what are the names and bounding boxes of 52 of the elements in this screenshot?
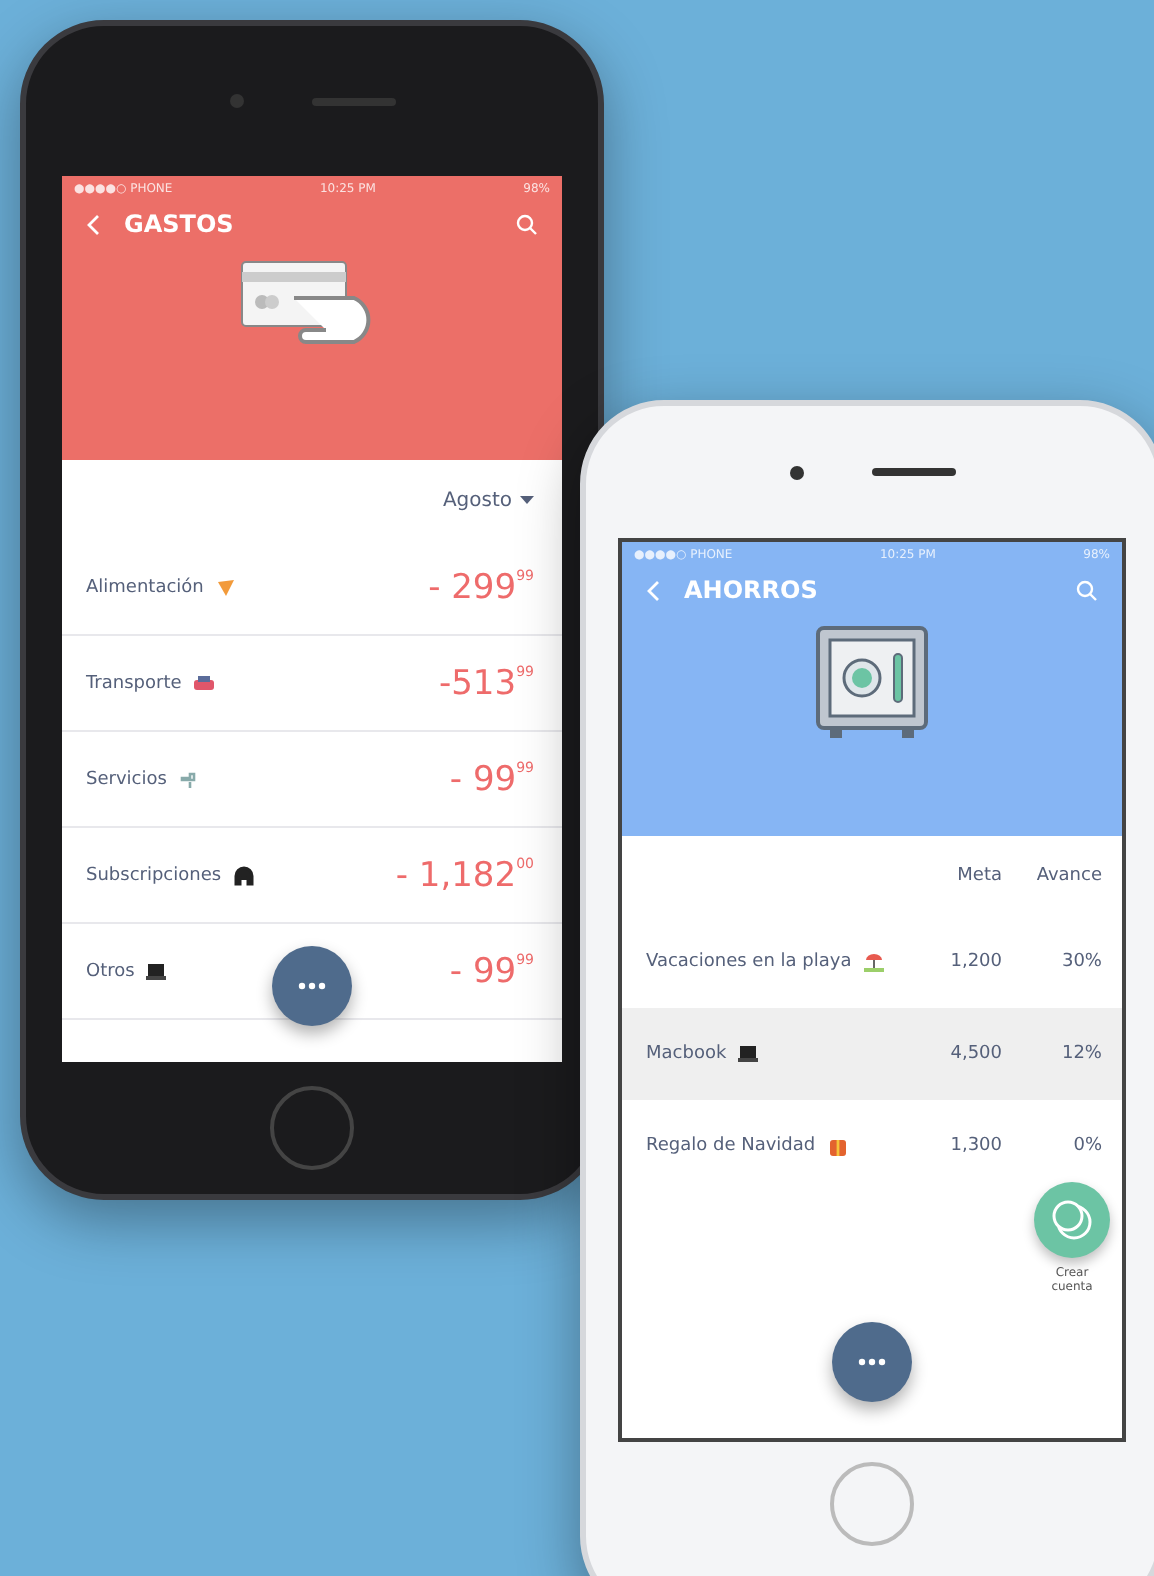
camera-dot: [789, 465, 803, 479]
more-button[interactable]: [272, 946, 352, 1026]
month-selector[interactable]: Agosto: [442, 489, 512, 511]
goal-name: Macbook: [646, 1044, 727, 1064]
category-label: Otros: [86, 961, 135, 981]
create-account-button[interactable]: [1034, 1182, 1110, 1258]
column-header: Meta: [955, 866, 1002, 886]
category-label: Transporte: [86, 673, 182, 693]
expense-amount: - 99$^{99}$: [449, 759, 534, 799]
goal-progress: 0%: [1071, 1136, 1102, 1156]
screen-title: AHORROS: [684, 576, 820, 604]
expense-amount: - 1,182$^{00}$: [395, 855, 534, 895]
goal-name: Vacaciones en la playa: [646, 952, 852, 972]
column-header: Avance: [1034, 866, 1102, 886]
more-icon: [858, 1358, 886, 1366]
expense-amount: -513$^{99}$: [438, 663, 534, 703]
goal-progress: 12%: [1059, 1044, 1102, 1064]
goal-progress: 30%: [1059, 952, 1102, 972]
camera-dot: [229, 94, 243, 108]
gift-icon: [825, 1134, 850, 1158]
home-button[interactable]: [270, 1086, 354, 1170]
category-label: Alimentación: [86, 577, 204, 597]
search-icon[interactable]: [516, 213, 538, 235]
safe-drawing: [814, 624, 930, 744]
back-icon[interactable]: [86, 213, 100, 235]
category-label: Servicios: [86, 769, 167, 789]
goal-row[interactable]: Macbook 4,500 12%: [622, 1008, 1122, 1100]
expense-row[interactable]: Alimentación - 299$^{99}$: [62, 540, 562, 636]
screen-title: GASTOS: [124, 210, 236, 238]
more-icon: [298, 982, 326, 990]
laptop-icon: [144, 959, 169, 983]
laptop-icon: [736, 1042, 761, 1066]
goal-target: 1,200: [948, 952, 1002, 972]
pizza-icon: [213, 575, 238, 599]
search-icon[interactable]: [1076, 579, 1098, 601]
back-icon[interactable]: [646, 579, 660, 601]
expense-amount: - 99$^{99}$: [449, 951, 534, 991]
goal-target: 1,300: [948, 1136, 1002, 1156]
beach-umbrella-icon: [861, 950, 886, 974]
expense-row[interactable]: Servicios - 99$^{99}$: [62, 732, 562, 828]
home-button[interactable]: [830, 1462, 914, 1546]
coins-icon: [1050, 1198, 1094, 1242]
more-button[interactable]: [832, 1322, 912, 1402]
speaker-grille: [871, 468, 955, 476]
goal-name: Regalo de Navidad: [646, 1136, 816, 1156]
dropdown-caret-icon: [520, 496, 534, 504]
goal-target: 4,500: [948, 1044, 1002, 1064]
car-icon: [191, 671, 216, 695]
expense-row[interactable]: Subscripciones - 1,182$^{00}$: [62, 828, 562, 924]
expense-row[interactable]: Transporte -513$^{99}$: [62, 636, 562, 732]
expense-amount: - 299$^{99}$: [428, 567, 534, 607]
category-label: Subscripciones: [86, 865, 222, 885]
